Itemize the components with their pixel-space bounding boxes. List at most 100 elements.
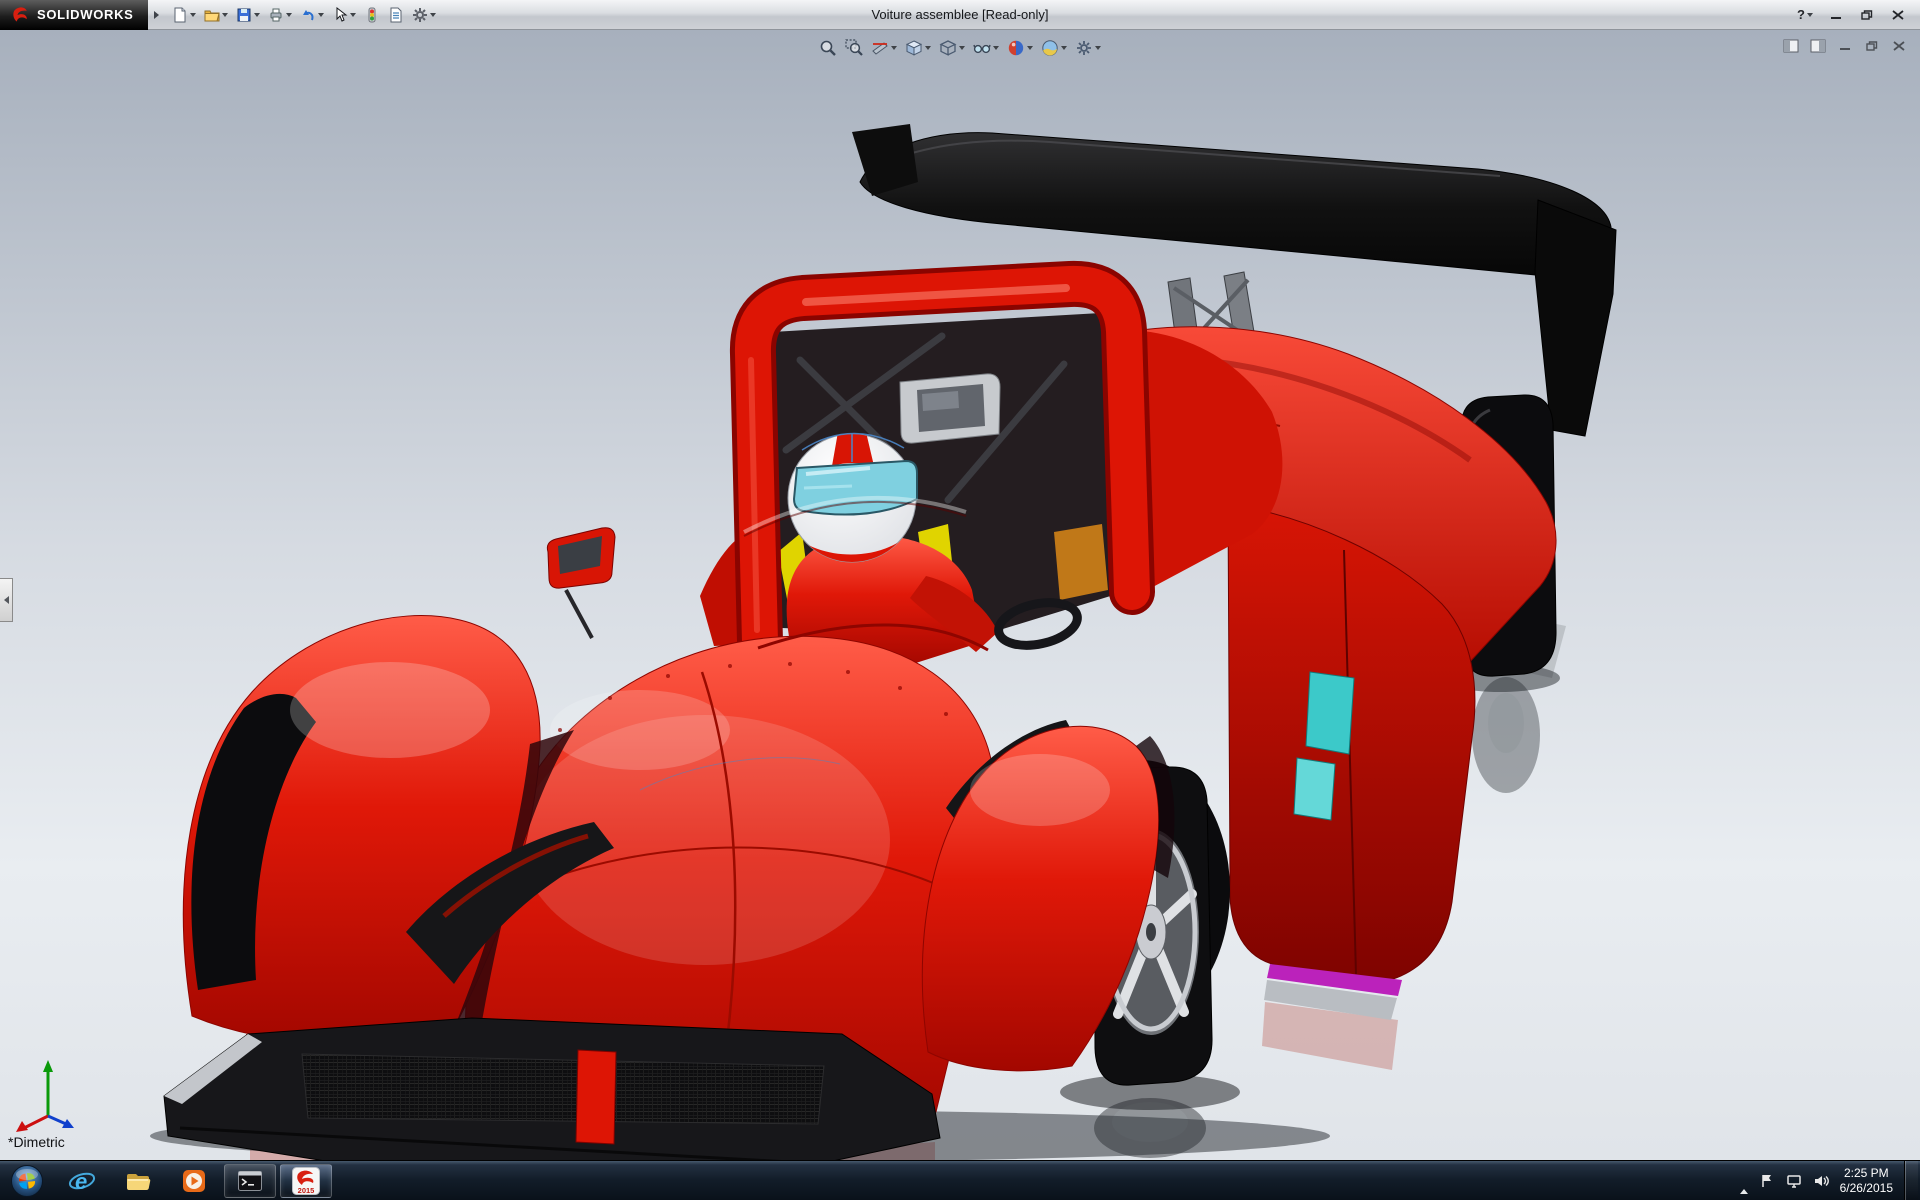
- taskbar-item-internet-explorer[interactable]: e: [56, 1164, 108, 1198]
- save-button[interactable]: [233, 3, 263, 27]
- new-document-caret[interactable]: [190, 13, 196, 17]
- restore-button[interactable]: [1853, 5, 1881, 25]
- side-window-upper: [1306, 672, 1354, 754]
- display-style-caret[interactable]: [959, 46, 965, 50]
- edit-appearance-caret[interactable]: [1027, 46, 1033, 50]
- options-caret[interactable]: [430, 13, 436, 17]
- view-orientation-cube-icon: [905, 39, 923, 57]
- viewport-3d[interactable]: *Dimetric: [0, 30, 1920, 1160]
- help-caret[interactable]: [1807, 13, 1813, 17]
- close-document-button[interactable]: [1888, 37, 1910, 55]
- minimize-icon: [1830, 10, 1842, 20]
- section-view-caret[interactable]: [891, 46, 897, 50]
- select-caret[interactable]: [350, 13, 356, 17]
- action-center-button[interactable]: [1759, 1173, 1775, 1189]
- network-status-button[interactable]: [1786, 1173, 1802, 1189]
- headsup-view-toolbar: [817, 36, 1103, 60]
- options-button[interactable]: [409, 3, 439, 27]
- titlebar[interactable]: SOLIDWORKS: [0, 0, 1920, 30]
- minimize-document-button[interactable]: [1834, 37, 1856, 55]
- taskbar-item-media-player[interactable]: [168, 1164, 220, 1198]
- open-button[interactable]: [201, 3, 231, 27]
- show-desktop-button[interactable]: [1904, 1161, 1918, 1200]
- close-button[interactable]: [1884, 5, 1912, 25]
- front-grille: [302, 1054, 824, 1124]
- print-caret[interactable]: [286, 13, 292, 17]
- svg-text:2015: 2015: [298, 1186, 315, 1195]
- apply-scene-caret[interactable]: [1061, 46, 1067, 50]
- pane-right-icon: [1810, 39, 1826, 53]
- view-settings-button[interactable]: [1073, 36, 1103, 60]
- taskbar-item-solidworks[interactable]: 2015: [280, 1164, 332, 1198]
- help-glyph: ?: [1797, 7, 1805, 22]
- help-button[interactable]: ?: [1791, 5, 1819, 25]
- rearview-mirror-housing: [900, 374, 1000, 443]
- front-splitter: [164, 1018, 940, 1160]
- taskbar-item-file-explorer[interactable]: [112, 1164, 164, 1198]
- display-style-button[interactable]: [937, 36, 967, 60]
- open-caret[interactable]: [222, 13, 228, 17]
- rebuild-button[interactable]: [361, 3, 383, 27]
- display-style-icon: [939, 39, 957, 57]
- save-icon: [236, 7, 252, 23]
- app-logo[interactable]: SOLIDWORKS: [0, 0, 148, 30]
- hide-show-items-button[interactable]: [971, 36, 1001, 60]
- solidworks-taskbar-icon: 2015: [291, 1166, 321, 1196]
- model-canvas[interactable]: [0, 30, 1920, 1160]
- view-orientation-label: *Dimetric: [8, 1134, 65, 1150]
- print-icon: [268, 7, 284, 23]
- print-button[interactable]: [265, 3, 295, 27]
- restore-document-button[interactable]: [1861, 37, 1883, 55]
- view-orientation-caret[interactable]: [925, 46, 931, 50]
- edit-appearance-button[interactable]: [1005, 36, 1035, 60]
- minimize-button[interactable]: [1822, 5, 1850, 25]
- menu-expand-chevron[interactable]: [154, 11, 159, 19]
- hide-show-items-caret[interactable]: [993, 46, 999, 50]
- zoom-to-fit-button[interactable]: [817, 36, 839, 60]
- save-caret[interactable]: [254, 13, 260, 17]
- section-view-icon: [871, 39, 889, 57]
- apply-scene-button[interactable]: [1039, 36, 1069, 60]
- taskbar-clock[interactable]: 2:25 PM 6/26/2015: [1840, 1166, 1893, 1196]
- feature-panel-expand-tab[interactable]: [0, 578, 13, 622]
- file-properties-button[interactable]: [385, 3, 407, 27]
- restore-icon: [1861, 10, 1873, 20]
- clock-date: 6/26/2015: [1840, 1181, 1893, 1196]
- close-document-icon: [1893, 41, 1905, 51]
- rebuild-icon: [364, 7, 380, 23]
- pane-right-button[interactable]: [1807, 37, 1829, 55]
- undo-button[interactable]: [297, 3, 327, 27]
- volume-button[interactable]: [1813, 1173, 1829, 1189]
- clock-time: 2:25 PM: [1840, 1166, 1893, 1181]
- view-orientation-button[interactable]: [903, 36, 933, 60]
- pane-left-button[interactable]: [1780, 37, 1802, 55]
- view-settings-caret[interactable]: [1095, 46, 1101, 50]
- zoom-to-area-button[interactable]: [843, 36, 865, 60]
- collapse-arrow-icon: [4, 596, 9, 604]
- edit-appearance-ball-icon: [1007, 39, 1025, 57]
- select-button[interactable]: [329, 3, 359, 27]
- taskbar-item-command-prompt[interactable]: [224, 1164, 276, 1198]
- tray-expand-icon: [1740, 1172, 1748, 1194]
- network-icon: [1786, 1173, 1802, 1189]
- taskbar: e: [0, 1160, 1920, 1200]
- view-settings-icon: [1075, 39, 1093, 57]
- media-player-icon: [180, 1167, 208, 1195]
- system-tray: 2:25 PM 6/26/2015: [1740, 1161, 1920, 1200]
- solidworks-logo-icon: [10, 5, 30, 25]
- zoom-to-area-icon: [845, 39, 863, 57]
- undo-caret[interactable]: [318, 13, 324, 17]
- close-icon: [1892, 10, 1904, 20]
- window-title: Voiture assemblee [Read-only]: [871, 7, 1048, 22]
- start-button[interactable]: [0, 1161, 54, 1200]
- windows-logo-icon: [10, 1164, 44, 1198]
- tray-expand-button[interactable]: [1740, 1172, 1748, 1190]
- new-document-button[interactable]: [169, 3, 199, 27]
- section-view-button[interactable]: [869, 36, 899, 60]
- options-gear-icon: [412, 7, 428, 23]
- coordinate-triad: [14, 1054, 98, 1134]
- zoom-to-fit-icon: [819, 39, 837, 57]
- apply-scene-icon: [1041, 39, 1059, 57]
- flag-icon: [1759, 1173, 1775, 1189]
- brand-text: SOLIDWORKS: [37, 7, 134, 22]
